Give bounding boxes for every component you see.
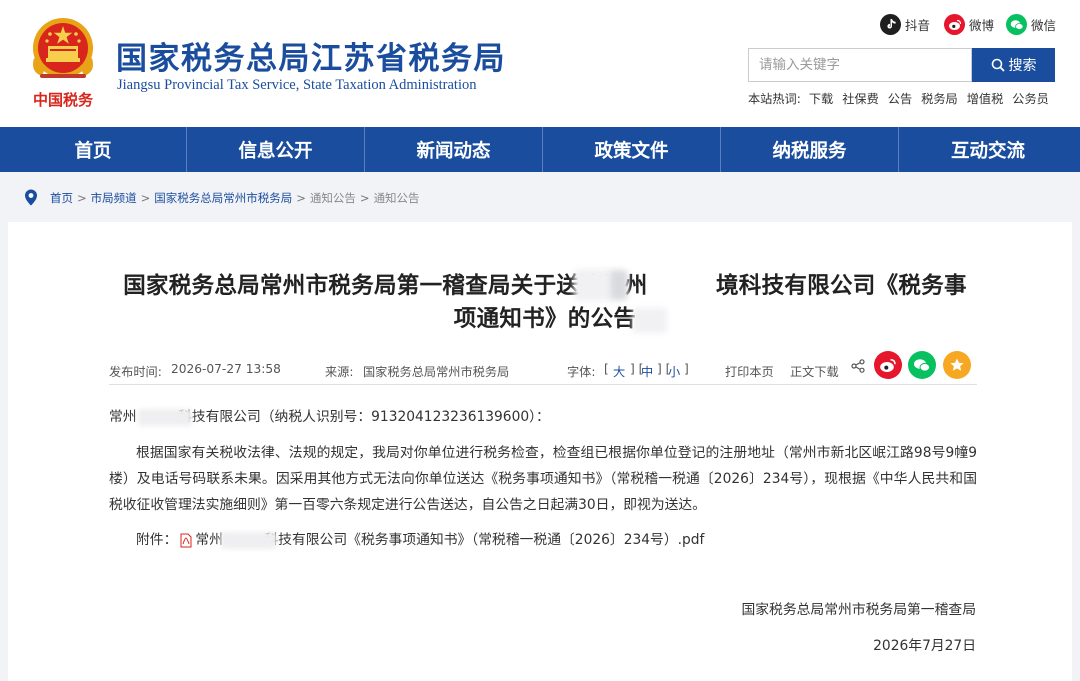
redaction-blur — [611, 271, 627, 299]
nav-item-tax-service[interactable]: 纳税服务 — [721, 127, 899, 172]
emblem-text: 中国税务 — [33, 91, 94, 109]
hotword-item[interactable]: 税务局 — [921, 89, 958, 107]
weibo-share-button[interactable] — [874, 351, 902, 379]
breadcrumb-separator: > — [140, 190, 151, 205]
hotword-item[interactable]: 增值税 — [967, 89, 1004, 107]
douyin-link[interactable]: 抖音 — [880, 14, 930, 35]
breadcrumb-separator: > — [77, 190, 87, 205]
attachment-label: 附件： — [136, 532, 178, 548]
nav-item-news[interactable]: 新闻动态 — [365, 127, 543, 172]
article-sign-date: 2026年7月27日 — [873, 638, 976, 654]
weibo-share-icon — [880, 358, 896, 372]
wechat-share-button[interactable] — [908, 351, 936, 379]
redaction-blur — [221, 532, 277, 549]
article-title: 国家税务总局常州市税务局第一稽查局关于送达常州 境科技有限公司《税务事项通知书》… — [123, 273, 967, 332]
wechat-share-icon — [914, 358, 931, 372]
article-paragraph: 根据国家有关税收法律、法规的规定，我局对你单位进行税务检查，检查组已根据你单位登… — [109, 445, 977, 513]
wechat-label: 微信 — [1031, 18, 1057, 33]
hotword-item[interactable]: 下载 — [809, 89, 833, 107]
breadcrumb-separator: > — [359, 190, 370, 205]
font-size-label: 字体: — [567, 365, 596, 379]
font-size-bracket: ] — [684, 362, 689, 376]
pdf-icon — [180, 533, 192, 547]
meta-divider — [109, 384, 977, 385]
wechat-icon — [1006, 14, 1027, 35]
national-emblem-logo[interactable]: 中国税务 — [26, 14, 100, 110]
article-meta: 发布时间: 2026-07-27 13:58 来源: 国家税务总局常州市税务局 … — [109, 359, 977, 383]
weibo-label: 微博 — [969, 18, 995, 33]
nav-item-interaction[interactable]: 互动交流 — [899, 127, 1077, 172]
hotword-item[interactable]: 公告 — [888, 89, 912, 107]
search-button-label: 搜索 — [1008, 58, 1037, 74]
download-text-link[interactable]: 正文下载 — [790, 362, 839, 380]
font-size-large[interactable]: 大 — [613, 362, 625, 380]
search-icon — [991, 58, 1005, 72]
favorite-share-button[interactable] — [943, 351, 971, 379]
search-input[interactable] — [749, 49, 971, 81]
share-icon[interactable] — [851, 359, 865, 373]
douyin-label: 抖音 — [905, 18, 931, 33]
breadcrumb-city-channel[interactable]: 市局频道 — [91, 190, 137, 206]
location-pin-icon — [25, 189, 37, 206]
search-button[interactable]: 搜索 — [972, 48, 1055, 82]
breadcrumb-notice[interactable]: 通知公告 — [310, 190, 356, 206]
wechat-link[interactable]: 微信 — [1006, 14, 1056, 35]
breadcrumb: 首页 > 市局频道 > 国家税务总局常州市税务局 > 通知公告 > 通知公告 — [24, 189, 420, 206]
breadcrumb-home[interactable]: 首页 — [50, 190, 73, 206]
font-size-bracket: [ — [604, 362, 609, 376]
redaction-blur — [633, 308, 667, 333]
hotwords-label: 本站热词: — [748, 92, 801, 106]
nav-item-info-disclosure[interactable]: 信息公开 — [187, 127, 365, 172]
weibo-icon — [944, 14, 965, 35]
breadcrumb-changzhou-bureau[interactable]: 国家税务总局常州市税务局 — [154, 190, 292, 206]
publish-time: 2026-07-27 13:58 — [171, 362, 281, 376]
redaction-blur — [138, 409, 192, 426]
site-header: 中国税务 国家税务总局江苏省税务局 Jiangsu Provincial Tax… — [0, 0, 1080, 127]
hotword-item[interactable]: 社保费 — [842, 89, 879, 107]
publish-time-label: 发布时间: — [109, 365, 162, 379]
search-box — [748, 48, 972, 82]
site-title[interactable]: 国家税务总局江苏省税务局 — [116, 33, 506, 78]
hotword-item[interactable]: 公务员 — [1012, 89, 1049, 107]
hotwords-bar: 本站热词: 下载 社保费 公告 税务局 增值税 公务员 — [748, 89, 1049, 107]
font-size-small[interactable]: 小 — [668, 362, 680, 380]
douyin-icon — [880, 14, 901, 35]
weibo-link[interactable]: 微博 — [944, 14, 994, 35]
favorite-share-icon — [950, 358, 964, 371]
main-nav: 首页 信息公开 新闻动态 政策文件 纳税服务 互动交流 — [0, 127, 1080, 172]
nav-item-policy[interactable]: 政策文件 — [543, 127, 721, 172]
breadcrumb-notice-current[interactable]: 通知公告 — [374, 190, 420, 206]
article-card: 国家税务总局常州市税务局第一稽查局关于送达常州 境科技有限公司《税务事项通知书》… — [8, 222, 1072, 681]
article-addressee: 常州 科技有限公司（纳税人识别号：913204123236139600）： — [109, 409, 550, 425]
article-signature: 国家税务总局常州市税务局第一稽查局 — [741, 602, 976, 618]
breadcrumb-separator: > — [296, 190, 306, 205]
print-page-link[interactable]: 打印本页 — [725, 362, 774, 380]
source-label: 来源: — [325, 365, 354, 379]
source-value: 国家税务总局常州市税务局 — [363, 365, 510, 379]
site-subtitle: Jiangsu Provincial Tax Service, State Ta… — [117, 77, 477, 93]
nav-item-home[interactable]: 首页 — [0, 127, 187, 172]
font-size-medium[interactable]: 中 — [641, 362, 653, 380]
